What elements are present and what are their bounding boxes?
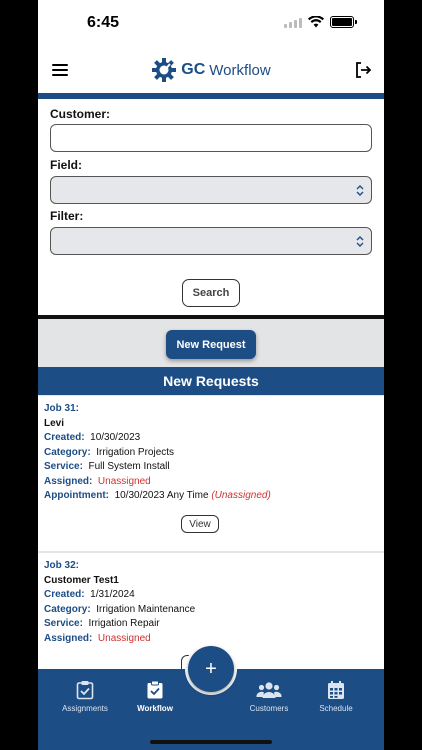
cellular-signal-icon [284,17,302,28]
app-screen: 6:45 GC Workflow Customer: Field: Filter… [38,0,384,750]
created-value: 1/31/2024 [90,589,135,600]
category-label: Category: [44,603,91,615]
phone-frame: 6:45 GC Workflow Customer: Field: Filter… [0,0,422,750]
request-card: Job 31: Levi Created: 10/30/2023 Categor… [38,396,384,551]
service-value: Irrigation Repair [88,618,160,629]
new-request-button[interactable]: New Request [166,330,256,359]
service-label: Service: [44,461,83,472]
nav-label: Assignments [62,704,108,713]
nav-schedule[interactable]: Schedule [301,680,371,713]
status-bar: 6:45 [38,0,384,44]
select-chevron-icon [356,236,364,247]
view-button[interactable]: View [181,515,219,533]
nav-label: Workflow [137,704,173,713]
category-value: Irrigation Maintenance [96,603,196,615]
created-label: Created: [44,589,85,600]
customer-label: Customer: [50,107,111,121]
assigned-label: Assigned: [44,475,93,487]
section-title: New Requests [38,367,384,395]
job-number: Job 32: [44,560,80,571]
home-indicator [150,740,272,744]
nav-workflow[interactable]: Workflow [120,680,190,713]
clipboard-check-icon [76,681,94,700]
search-button[interactable]: Search [182,279,240,307]
logo-secondary-text: Workflow [209,61,271,79]
select-chevron-icon [356,185,364,196]
customer-name: Customer Test1 [44,574,119,586]
hamburger-icon[interactable] [52,64,68,76]
users-icon [256,682,282,698]
assigned-row: Assigned: Unassigned [44,475,378,490]
app-logo: GC Workflow [151,57,271,83]
assigned-value: Unassigned [97,632,151,644]
service-row: Service: Irrigation Repair [44,617,378,632]
gear-logo-icon [152,58,177,82]
category-row: Category: Irrigation Projects [44,446,378,461]
filter-label: Filter: [50,209,84,223]
appointment-value: 10/30/2023 Any Time [114,490,209,501]
category-value: Irrigation Projects [96,446,175,458]
add-fab-button[interactable]: + [188,646,234,692]
created-label: Created: [44,432,85,443]
calendar-icon [328,681,344,699]
nav-assignments[interactable]: Assignments [50,680,120,713]
assigned-label: Assigned: [44,632,93,644]
nav-label: Customers [249,704,289,713]
customer-name: Levi [44,417,65,429]
logo-primary-text: GC [181,61,206,78]
nav-label: Schedule [319,704,353,713]
category-row: Category: Irrigation Maintenance [44,603,378,618]
status-time: 6:45 [87,14,120,31]
service-label: Service: [44,618,83,629]
status-icons [284,16,357,28]
service-row: Service: Full System Install [44,460,378,475]
requests-area: New Request New Requests Job 31: Levi Cr… [38,319,384,669]
clipboard-list-icon [147,680,163,699]
logout-icon[interactable] [354,61,372,79]
appointment-status: (Unassigned) [211,490,271,501]
search-form: Customer: Field: Filter: Search [38,99,384,315]
assigned-value: Unassigned [97,475,151,487]
created-value: 10/30/2023 [90,432,141,443]
appointment-row: Appointment: 10/30/2023 Any Time (Unassi… [44,489,378,504]
customer-input[interactable] [50,124,372,152]
field-label: Field: [50,158,82,172]
wifi-icon [308,16,324,28]
nav-customers[interactable]: Customers [234,680,304,713]
service-value: Full System Install [88,461,170,472]
job-number: Job 31: [44,403,80,414]
filter-select[interactable] [50,227,372,255]
app-header: GC Workflow [38,48,384,92]
created-row: Created: 10/30/2023 [44,431,378,446]
field-select[interactable] [50,176,372,204]
battery-icon [330,16,357,28]
created-row: Created: 1/31/2024 [44,588,378,603]
appointment-label: Appointment: [44,490,109,501]
category-label: Category: [44,446,91,458]
